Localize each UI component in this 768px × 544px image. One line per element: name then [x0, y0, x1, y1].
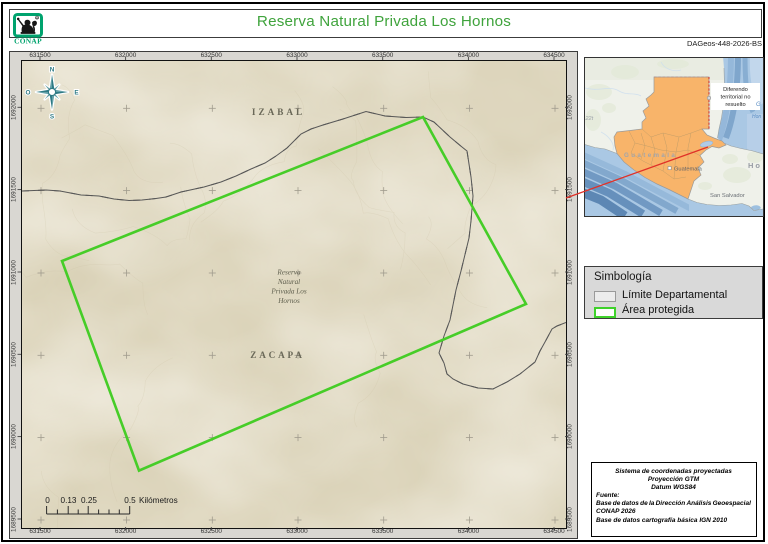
svg-text:N: N	[50, 66, 55, 73]
svg-text:ZACAPA: ZACAPA	[250, 350, 304, 360]
svg-text:Guatemala: Guatemala	[624, 152, 677, 159]
svg-text:R: R	[36, 16, 38, 20]
svg-text:0.5: 0.5	[124, 496, 136, 505]
svg-text:0.25: 0.25	[81, 496, 97, 505]
svg-text:Ho: Ho	[748, 161, 762, 170]
svg-text:S: S	[50, 113, 55, 120]
svg-text:San Salvador: San Salvador	[710, 193, 745, 199]
svg-text:Guatemala: Guatemala	[674, 167, 703, 173]
svg-text:Kilómetros: Kilómetros	[139, 496, 178, 505]
svg-text:resuelto: resuelto	[725, 102, 745, 108]
svg-text:Hornos: Hornos	[277, 297, 300, 305]
svg-text:Diferendo: Diferendo	[723, 87, 748, 93]
svg-text:G: G	[756, 102, 761, 108]
svg-text:22t: 22t	[585, 116, 594, 122]
svg-text:E: E	[74, 89, 79, 96]
svg-text:CONAP: CONAP	[14, 37, 42, 46]
svg-text:Privada Los: Privada Los	[270, 287, 307, 295]
svg-text:Hon: Hon	[752, 114, 761, 120]
svg-text:Natural: Natural	[277, 278, 300, 286]
svg-text:territorial no: territorial no	[720, 95, 750, 101]
svg-text:O: O	[26, 89, 31, 96]
svg-text:Reserva: Reserva	[276, 268, 301, 276]
svg-text:IZABAL: IZABAL	[252, 107, 305, 117]
svg-text:0.13: 0.13	[61, 496, 77, 505]
svg-text:0: 0	[45, 496, 50, 505]
